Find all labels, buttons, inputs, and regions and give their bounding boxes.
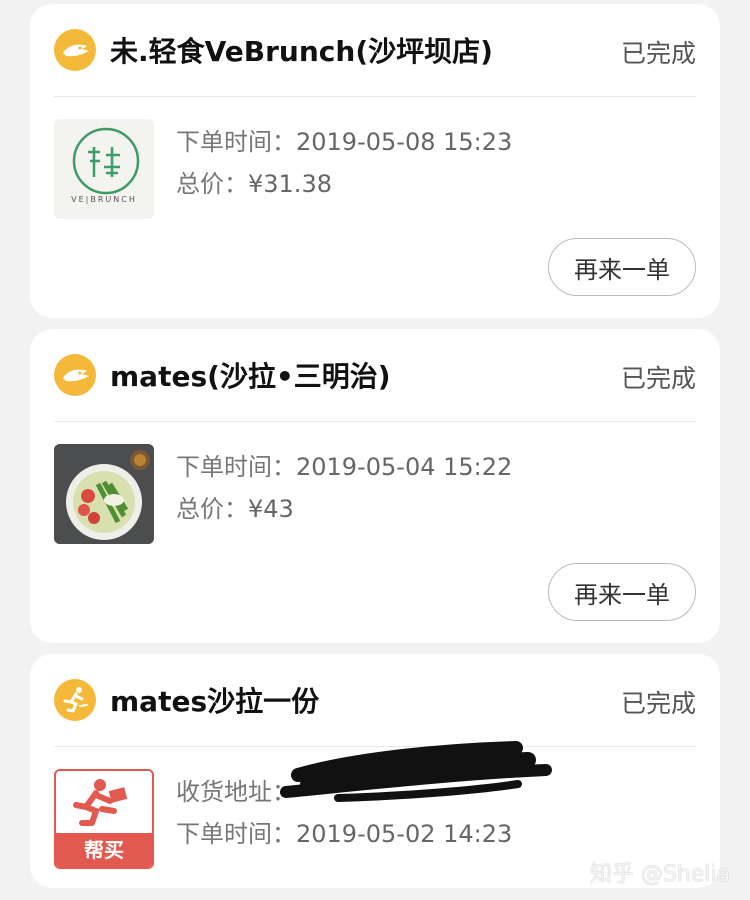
order-time-row: 下单时间：2019-05-08 15:23 [176, 122, 512, 157]
total-label: 总价： [176, 170, 248, 198]
store-name[interactable]: mates沙拉一份 [110, 680, 319, 720]
total-value: ¥31.38 [248, 170, 332, 198]
store-name[interactable]: 未.轻食VeBrunch(沙坪坝店) [110, 30, 493, 70]
redaction-scribble [280, 741, 552, 802]
order-status: 已完成 [620, 364, 696, 393]
store-name[interactable]: mates(沙拉•三明治) [110, 355, 391, 395]
order-status: 已完成 [620, 39, 696, 68]
order-time-label: 下单时间： [176, 820, 296, 848]
store-thumbnail: VE|BRUNCH [54, 119, 154, 219]
order-time-label: 下单时间： [176, 128, 296, 156]
total-row: 总价：¥31.38 [176, 164, 332, 199]
order-card-header: mates(沙拉•三明治) 已完成 [54, 329, 696, 422]
takeaway-bird-icon [54, 354, 96, 396]
order-status: 已完成 [620, 689, 696, 718]
bangmai-label: 帮买 [56, 833, 152, 867]
order-time-value: 2019-05-02 14:23 [296, 820, 513, 848]
salad-photo-thumbnail [54, 444, 154, 544]
order-card-header: mates沙拉一份 已完成 [54, 654, 696, 747]
watermark: 知乎 @Shelia [589, 862, 730, 887]
order-time-label: 下单时间： [176, 453, 296, 481]
total-label: 总价： [176, 495, 248, 523]
order-time-row: 下单时间：2019-05-02 14:23 [176, 814, 512, 849]
running-person-icon [73, 779, 128, 826]
takeaway-bird-icon [54, 29, 96, 71]
thumb-brand-text: VE|BRUNCH [71, 195, 137, 204]
order-card[interactable]: 未.轻食VeBrunch(沙坪坝店) 已完成 VE|BRUNCH 下单时间：20… [30, 4, 720, 318]
order-card[interactable]: mates(沙拉•三明治) 已完成 下单时间：2019-05-04 15:22 … [30, 329, 720, 643]
order-time-value: 2019-05-08 15:23 [296, 128, 513, 156]
total-value: ¥43 [248, 495, 294, 523]
order-time-value: 2019-05-04 15:22 [296, 453, 513, 481]
order-card-header: 未.轻食VeBrunch(沙坪坝店) 已完成 [54, 4, 696, 97]
order-time-row: 下单时间：2019-05-04 15:22 [176, 447, 512, 482]
bangmai-service-thumbnail: 帮买 [54, 769, 154, 869]
reorder-button[interactable]: 再来一单 [548, 238, 696, 296]
total-row: 总价：¥43 [176, 489, 294, 524]
running-courier-icon [54, 679, 96, 721]
reorder-button[interactable]: 再来一单 [548, 563, 696, 621]
